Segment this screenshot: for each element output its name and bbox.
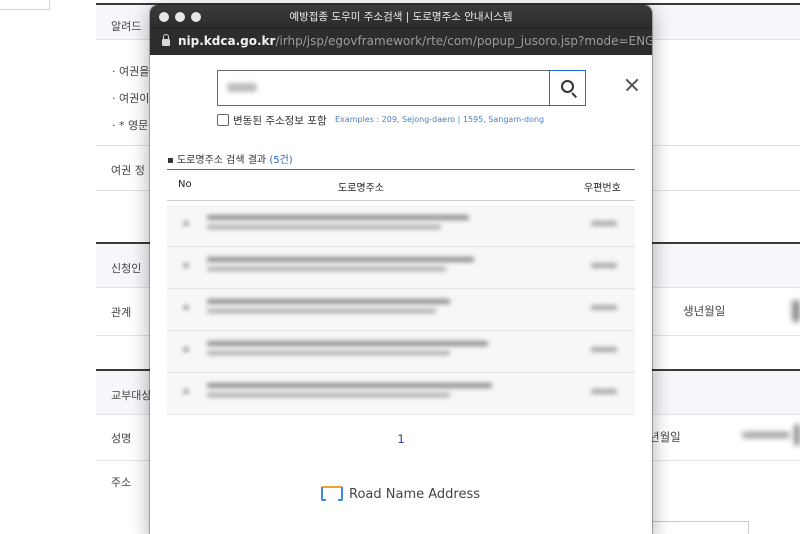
result-road-address-blurred xyxy=(207,215,469,220)
result-row[interactable] xyxy=(167,373,635,415)
results-title: ▪ 도로명주소 검색 결과 (5건) xyxy=(167,155,293,166)
result-row[interactable] xyxy=(167,247,635,289)
dob-value-blurred xyxy=(792,300,800,322)
result-road-address-blurred xyxy=(207,257,474,262)
address-search-popup: 예방접종 도우미 주소검색 | 도로명주소 안내시스템 nip.kdca.go.… xyxy=(150,5,652,534)
name-label: 성명 xyxy=(111,432,132,445)
recipient-dob-value-blurred xyxy=(742,432,790,438)
result-row-number-blurred xyxy=(183,263,189,268)
search-button[interactable] xyxy=(549,70,586,106)
result-row-number-blurred xyxy=(183,347,189,352)
result-zip-blurred xyxy=(591,389,617,394)
include-changed-checkbox[interactable] xyxy=(217,114,229,126)
address-search-input[interactable] xyxy=(217,70,550,106)
result-row-number-blurred xyxy=(183,305,189,310)
url-host: nip.kdca.go.kr xyxy=(178,34,276,48)
road-name-address-logo-icon xyxy=(320,484,344,503)
result-zip-blurred xyxy=(591,347,617,352)
notice-bullet: · * 영문 xyxy=(112,119,149,132)
close-button[interactable] xyxy=(624,77,640,93)
url-bar[interactable]: nip.kdca.go.kr/irhp/jsp/egovframework/rt… xyxy=(150,28,652,55)
result-zip-blurred xyxy=(591,221,617,226)
pagination-page-1[interactable]: 1 xyxy=(150,432,652,446)
results-title-text: 도로명주소 검색 결과 xyxy=(176,155,267,166)
result-row-number-blurred xyxy=(183,221,189,226)
lock-icon xyxy=(162,34,170,46)
results-count: (5건) xyxy=(269,155,293,166)
recipient-dob-edge-blurred xyxy=(794,424,800,446)
result-row[interactable] xyxy=(167,331,635,373)
notice-section-title: 알려드 xyxy=(111,20,142,33)
result-road-address-blurred xyxy=(207,383,492,388)
result-zip-blurred xyxy=(591,305,617,310)
window-titlebar: 예방접종 도우미 주소검색 | 도로명주소 안내시스템 xyxy=(150,5,652,28)
result-row[interactable] xyxy=(167,289,635,331)
column-header-zip: 우편번호 xyxy=(584,183,621,194)
relationship-label: 관계 xyxy=(111,306,132,319)
recipient-dob-label: 년월일 xyxy=(649,430,681,444)
column-header-address: 도로명주소 xyxy=(338,183,384,194)
examples-hint: Examples : 209, Sejong-daero | 1595, San… xyxy=(335,115,545,124)
include-changed-label: 변동된 주소정보 포함 xyxy=(233,115,327,127)
table-header-border xyxy=(167,200,635,201)
notice-bullet: · 여권을 xyxy=(112,65,150,78)
dob-label: 생년월일 xyxy=(683,304,726,318)
url-text[interactable]: nip.kdca.go.kr/irhp/jsp/egovframework/rt… xyxy=(178,34,652,48)
result-row[interactable] xyxy=(167,205,635,247)
passport-info-label: 여권 정 xyxy=(111,164,145,177)
search-query-blurred xyxy=(227,83,257,92)
result-road-address-blurred xyxy=(207,299,450,304)
recipient-section-title: 교부대상 xyxy=(111,389,152,402)
popup-content: 변동된 주소정보 포함 Examples : 209, Sejong-daero… xyxy=(150,55,652,534)
footer-logo-text: Road Name Address xyxy=(349,487,481,502)
column-header-no: No xyxy=(178,179,192,190)
result-row-number-blurred xyxy=(183,389,189,394)
result-lot-address-blurred xyxy=(207,225,441,229)
result-lot-address-blurred xyxy=(207,309,436,313)
result-lot-address-blurred xyxy=(207,393,450,397)
window-title: 예방접종 도우미 주소검색 | 도로명주소 안내시스템 xyxy=(289,11,513,23)
applicant-section-title: 신청인 xyxy=(111,262,142,275)
search-icon-handle xyxy=(571,92,577,98)
result-road-address-blurred xyxy=(207,341,488,346)
address-label: 주소 xyxy=(111,476,132,489)
page-top-box xyxy=(0,0,50,10)
result-lot-address-blurred xyxy=(207,267,446,271)
table-top-border xyxy=(167,169,635,170)
result-zip-blurred xyxy=(591,263,617,268)
result-lot-address-blurred xyxy=(207,351,450,355)
notice-bullet: · 여권이 xyxy=(112,92,150,105)
url-path: /irhp/jsp/egovframework/rte/com/popup_ju… xyxy=(275,34,652,48)
